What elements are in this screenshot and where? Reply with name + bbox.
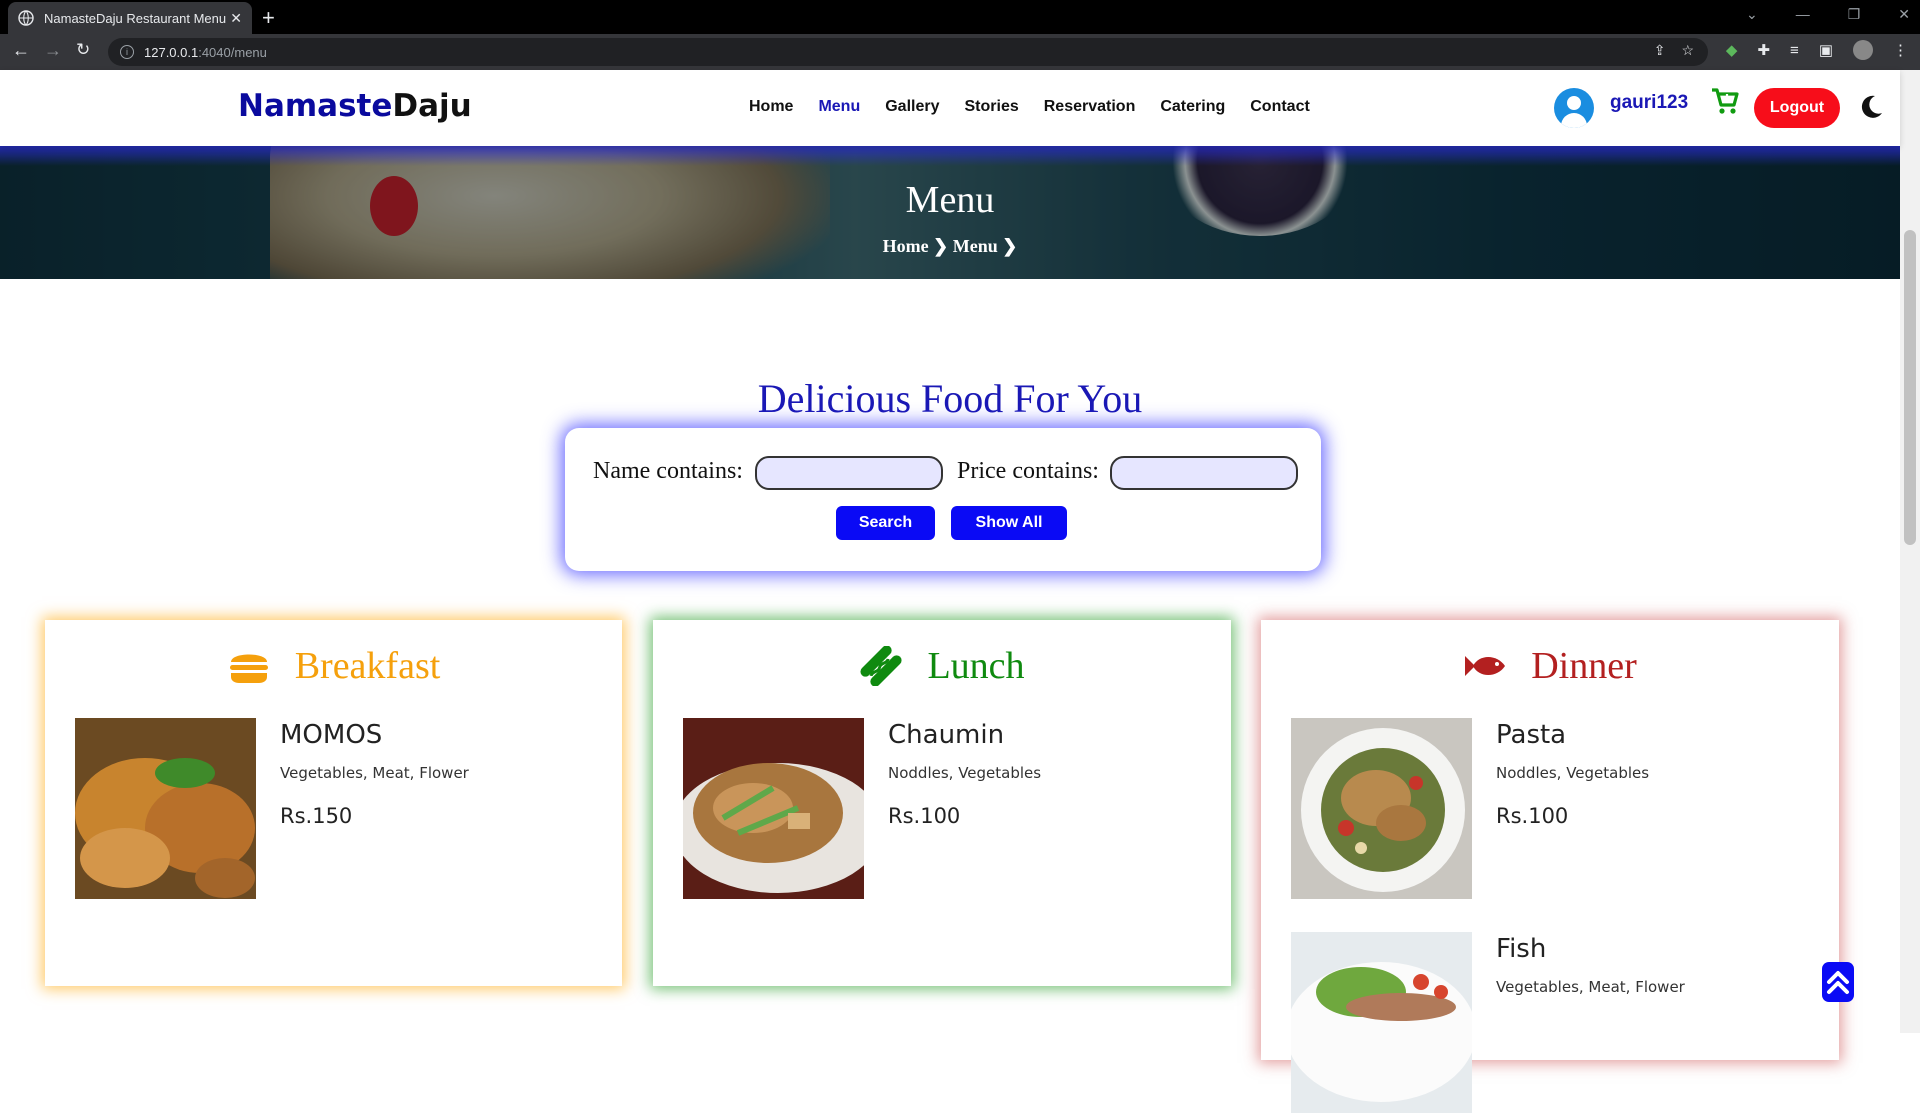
cart-icon[interactable]: [1710, 86, 1740, 116]
browser-tab[interactable]: NamasteDaju Restaurant Menu ✕: [8, 2, 252, 34]
scroll-to-top-button[interactable]: [1822, 962, 1854, 1002]
show-all-button[interactable]: Show All: [951, 506, 1067, 540]
burger-icon: [229, 654, 268, 683]
item-name: Pasta: [1496, 720, 1567, 750]
nav-contact[interactable]: Contact: [1250, 98, 1310, 116]
minimize-icon[interactable]: —: [1796, 6, 1810, 23]
chevron-right-icon: ❯: [1002, 236, 1018, 256]
back-icon[interactable]: ←: [12, 40, 30, 61]
hero-banner: Menu Home ❯ Menu ❯: [0, 146, 1900, 279]
globe-icon: [18, 10, 34, 26]
bookmark-star-icon[interactable]: ☆: [1681, 42, 1694, 59]
logo-text-daju: Daju: [392, 88, 472, 124]
item-name: MOMOS: [280, 720, 383, 750]
card-header: Dinner: [1261, 644, 1839, 688]
item-description: Noddles, Vegetables: [1496, 764, 1650, 782]
name-filter-label: Name contains:: [593, 458, 743, 484]
browser-tab-bar: NamasteDaju Restaurant Menu ✕ + ⌄ — ❐ ✕: [0, 0, 1920, 34]
main-nav: Home Menu Gallery Stories Reservation Ca…: [749, 98, 1310, 116]
extension-icon[interactable]: ◆: [1726, 41, 1738, 59]
new-tab-icon[interactable]: +: [262, 5, 275, 31]
breadcrumb: Home ❯ Menu ❯: [0, 236, 1900, 257]
puzzle-icon[interactable]: ✚: [1757, 41, 1770, 59]
category-card-dinner: Dinner Pasta Noddles, Vegetables Rs.100: [1261, 620, 1839, 1113]
profile-avatar[interactable]: [1853, 40, 1873, 60]
username[interactable]: gauri123: [1610, 92, 1688, 114]
name-filter-input[interactable]: [755, 456, 943, 490]
share-icon[interactable]: ⇪: [1654, 42, 1666, 59]
forward-icon[interactable]: →: [44, 40, 62, 61]
scrollbar-thumb[interactable]: [1904, 230, 1916, 545]
menu-item[interactable]: Pasta Noddles, Vegetables Rs.100: [1291, 718, 1811, 899]
chevron-right-icon: ❯: [933, 236, 949, 256]
reading-list-icon[interactable]: ≡: [1790, 42, 1799, 59]
fish-icon: [1465, 656, 1506, 676]
item-description: Noddles, Vegetables: [888, 764, 1042, 782]
page-scrollbar[interactable]: [1900, 70, 1920, 1033]
address-bar[interactable]: i 127.0.0.1:4040/menu ⇪ ☆: [108, 38, 1708, 66]
item-name: Fish: [1496, 934, 1547, 964]
double-chevron-up-icon: [1827, 971, 1849, 994]
site-info-icon[interactable]: i: [120, 45, 134, 59]
kebab-menu-icon[interactable]: ⋮: [1893, 41, 1908, 59]
item-price: Rs.100: [1496, 804, 1569, 828]
card-header: Lunch: [653, 644, 1231, 688]
browser-toolbar: ← → ↻ i 127.0.0.1:4040/menu ⇪ ☆ ◆ ✚ ≡ ▣ …: [0, 34, 1920, 70]
user-avatar-icon[interactable]: [1554, 88, 1594, 128]
logout-button[interactable]: Logout: [1754, 88, 1840, 128]
breadcrumb-home[interactable]: Home: [883, 236, 929, 256]
price-filter-input[interactable]: [1110, 456, 1298, 490]
card-title-breakfast: Breakfast: [294, 645, 441, 687]
nav-home[interactable]: Home: [749, 98, 793, 116]
search-button[interactable]: Search: [836, 506, 935, 540]
card-title-dinner: Dinner: [1531, 645, 1637, 687]
price-filter-label: Price contains:: [957, 458, 1099, 484]
tab-search-icon[interactable]: ⌄: [1746, 6, 1758, 23]
hotdog-icon: [860, 646, 903, 686]
close-tab-icon[interactable]: ✕: [230, 10, 242, 27]
side-panel-icon[interactable]: ▣: [1819, 41, 1833, 59]
dark-mode-moon-icon[interactable]: [1858, 94, 1884, 120]
nav-reservation[interactable]: Reservation: [1044, 98, 1136, 116]
url-path: :4040/menu: [198, 44, 267, 60]
nav-gallery[interactable]: Gallery: [885, 98, 939, 116]
search-form: Name contains: Price contains: Search Sh…: [565, 428, 1321, 571]
menu-item[interactable]: Chaumin Noddles, Vegetables Rs.100: [683, 718, 1203, 899]
pasta-image: [1291, 718, 1472, 899]
category-card-breakfast: Breakfast MOMOS Vegetables, Meat, Flower…: [45, 620, 622, 986]
item-description: Vegetables, Meat, Flower: [280, 764, 469, 782]
site-logo[interactable]: NamasteDaju: [238, 88, 472, 124]
chaumin-image: [683, 718, 864, 899]
nav-catering[interactable]: Catering: [1160, 98, 1225, 116]
card-title-lunch: Lunch: [927, 645, 1025, 687]
reload-icon[interactable]: ↻: [76, 40, 90, 60]
page-title: Menu: [905, 179, 995, 221]
fish-dish-image: [1291, 932, 1472, 1113]
item-name: Chaumin: [888, 720, 1005, 750]
card-header: Breakfast: [45, 644, 622, 688]
nav-menu[interactable]: Menu: [818, 98, 860, 116]
url-host: 127.0.0.1: [144, 44, 199, 60]
tab-title: NamasteDaju Restaurant Menu: [44, 10, 227, 26]
item-price: Rs.100: [888, 804, 961, 828]
section-heading: Delicious Food For You: [757, 376, 1143, 421]
close-window-icon[interactable]: ✕: [1898, 6, 1910, 23]
momos-image: [75, 718, 256, 899]
restore-icon[interactable]: ❐: [1848, 6, 1861, 23]
item-price: Rs.150: [280, 804, 353, 828]
logo-text-namaste: Namaste: [238, 88, 393, 124]
window-controls: ⌄ — ❐ ✕: [1746, 6, 1910, 23]
category-card-lunch: Lunch Chaumin Noddles, Vegetables Rs.100: [653, 620, 1231, 986]
menu-item[interactable]: Fish Vegetables, Meat, Flower: [1291, 932, 1811, 1113]
breadcrumb-menu[interactable]: Menu: [953, 236, 998, 256]
nav-stories[interactable]: Stories: [965, 98, 1019, 116]
menu-item[interactable]: MOMOS Vegetables, Meat, Flower Rs.150: [75, 718, 595, 899]
item-description: Vegetables, Meat, Flower: [1496, 978, 1685, 996]
site-header: NamasteDaju Home Menu Gallery Stories Re…: [0, 70, 1900, 146]
